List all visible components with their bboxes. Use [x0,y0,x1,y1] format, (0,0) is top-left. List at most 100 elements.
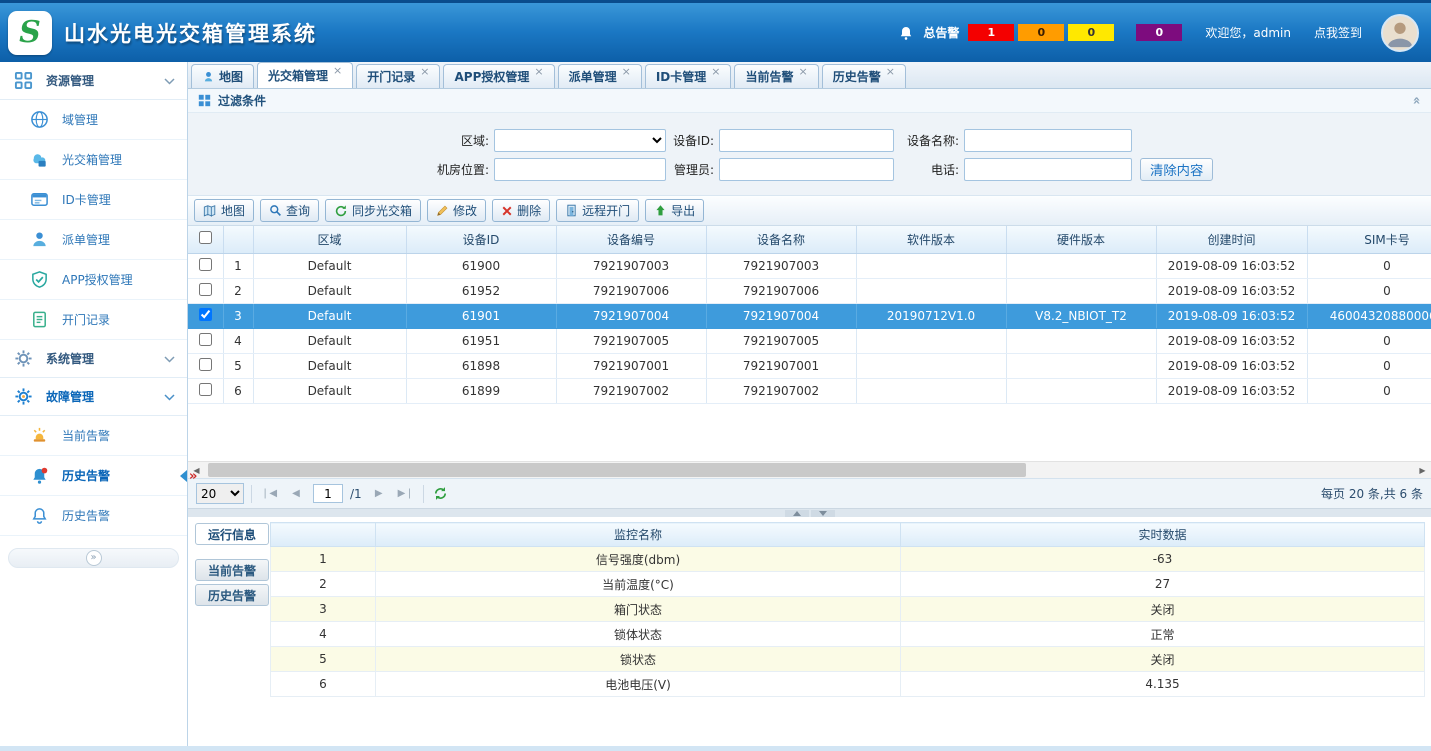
sidebar-item-dispatch[interactable]: 派单管理 [0,220,187,260]
panel-splitter[interactable] [188,508,1431,517]
alarm-count-warning[interactable]: 0 [1136,24,1182,41]
sidebar-item-history-alarms[interactable]: 历史告警 [0,456,187,496]
sidebar-item-notifications[interactable]: 历史告警 [0,496,187,536]
monitor-col-value: 实时数据 [901,523,1425,547]
filter-title: 过滤条件 [218,92,266,109]
row-checkbox[interactable] [199,358,212,371]
search-button[interactable]: 查询 [260,199,319,222]
close-icon[interactable]: × [799,65,808,78]
row-checkbox[interactable] [199,383,212,396]
alarm-count-minor[interactable]: 0 [1068,24,1114,41]
clear-content-button[interactable]: 清除内容 [1140,158,1213,181]
col-sw-version[interactable]: 软件版本 [856,226,1006,253]
col-device-id[interactable]: 设备ID [406,226,556,253]
expand-up-button[interactable] [785,510,809,517]
sidebar-item-door-records[interactable]: 开门记录 [0,300,187,340]
region-select[interactable] [494,129,666,152]
alarm-count-major[interactable]: 0 [1018,24,1064,41]
scroll-right-arrow-icon[interactable]: ▶ [1414,462,1431,478]
alarm-bell-white-icon [898,25,914,41]
sidebar-item-current-alarms[interactable]: 当前告警 [0,416,187,456]
tab-door-records[interactable]: 开门记录 × [356,64,440,88]
detail-tab-runtime-info[interactable]: 运行信息 [195,523,269,545]
table-row[interactable]: 2Default 619527921907006 7921907006 2019… [188,278,1431,303]
sidebar-collapse-button[interactable]: » [8,548,179,568]
sidebar: 资源管理 域管理 光交箱管理 ID卡管理 派单管理 APP授权管理 [0,62,188,751]
monitor-row[interactable]: 6 电池电压(V) 4.135 [271,672,1425,697]
manager-label: 管理员: [666,161,719,178]
row-checkbox[interactable] [199,308,212,321]
page-number-input[interactable] [313,484,343,503]
tab-map[interactable]: 地图 [191,64,254,88]
table-row[interactable]: 1Default 619007921907003 7921907003 2019… [188,253,1431,278]
table-row[interactable]: 4Default 619517921907005 7921907005 2019… [188,328,1431,353]
refresh-button[interactable] [431,484,451,504]
tab-dispatch[interactable]: 派单管理 × [558,64,642,88]
tab-optical-box-mgmt[interactable]: 光交箱管理 × [257,62,353,88]
user-avatar[interactable] [1381,14,1419,52]
close-icon[interactable]: × [420,65,429,78]
sidebar-group-system[interactable]: 系统管理 [0,340,187,378]
tab-current-alarms[interactable]: 当前告警 × [734,64,818,88]
tab-id-card[interactable]: ID卡管理 × [645,64,732,88]
detail-tab-history-alarms[interactable]: 历史告警 [195,584,269,606]
collapse-down-button[interactable] [811,510,835,517]
page-size-select[interactable]: 20 [196,483,244,504]
row-checkbox[interactable] [199,333,212,346]
monitor-row[interactable]: 2 当前温度(°C) 27 [271,572,1425,597]
prev-page-button[interactable]: ◀ [286,484,306,504]
col-device-no[interactable]: 设备编号 [556,226,706,253]
room-location-input[interactable] [494,158,666,181]
monitor-row[interactable]: 5 锁状态 关闭 [271,647,1425,672]
sidebar-item-id-card[interactable]: ID卡管理 [0,180,187,220]
tab-app-auth[interactable]: APP授权管理 × [443,64,554,88]
col-hw-version[interactable]: 硬件版本 [1006,226,1156,253]
close-icon[interactable]: × [711,65,720,78]
tab-label: 历史告警 [833,68,881,85]
close-icon[interactable]: × [622,65,631,78]
alarm-count-critical[interactable]: 1 [968,24,1014,41]
sidebar-item-app-auth[interactable]: APP授权管理 [0,260,187,300]
col-sim[interactable]: SIM卡号 [1307,226,1431,253]
monitor-row[interactable]: 4 锁体状态 正常 [271,622,1425,647]
manager-input[interactable] [719,158,894,181]
device-id-input[interactable] [719,129,894,152]
row-checkbox[interactable] [199,258,212,271]
sidebar-item-domain[interactable]: 域管理 [0,100,187,140]
signin-link[interactable]: 点我签到 [1314,24,1362,41]
sidebar-group-resource[interactable]: 资源管理 [0,62,187,100]
sidebar-item-optical-box[interactable]: 光交箱管理 [0,140,187,180]
table-row[interactable]: 6Default 618997921907002 7921907002 2019… [188,378,1431,403]
close-icon[interactable]: × [534,65,543,78]
sidebar-item-label: 开门记录 [62,311,110,328]
horizontal-scrollbar[interactable]: ◀ ▶ [188,461,1431,478]
col-created[interactable]: 创建时间 [1156,226,1307,253]
next-page-button[interactable]: ▶ [369,484,389,504]
panel-expand-arrow-icon[interactable]: » [189,469,197,484]
last-page-button[interactable]: ▶❘ [396,484,416,504]
select-all-checkbox[interactable] [199,231,212,244]
scrollbar-thumb[interactable] [208,463,1026,477]
remote-open-button[interactable]: 远程开门 [556,199,639,222]
detail-tab-current-alarms[interactable]: 当前告警 [195,559,269,581]
close-icon[interactable]: × [333,64,342,77]
monitor-row[interactable]: 1 信号强度(dbm) -63 [271,547,1425,572]
table-row-selected[interactable]: 3Default 619017921907004 792190700420190… [188,303,1431,328]
col-region[interactable]: 区域 [253,226,406,253]
table-row[interactable]: 5Default 618987921907001 7921907001 2019… [188,353,1431,378]
phone-input[interactable] [964,158,1132,181]
col-device-name[interactable]: 设备名称 [706,226,856,253]
device-name-input[interactable] [964,129,1132,152]
close-icon[interactable]: × [886,65,895,78]
sidebar-group-fault[interactable]: 故障管理 [0,378,187,416]
sync-button[interactable]: 同步光交箱 [325,199,421,222]
monitor-row[interactable]: 3 箱门状态 关闭 [271,597,1425,622]
first-page-button[interactable]: ❘◀ [259,484,279,504]
delete-button[interactable]: 删除 [492,199,550,222]
collapse-panel-icon[interactable]: » [1409,96,1424,104]
map-button[interactable]: 地图 [194,199,254,222]
edit-button[interactable]: 修改 [427,199,486,222]
row-checkbox[interactable] [199,283,212,296]
export-button[interactable]: 导出 [645,199,704,222]
tab-history-alarms[interactable]: 历史告警 × [822,64,906,88]
